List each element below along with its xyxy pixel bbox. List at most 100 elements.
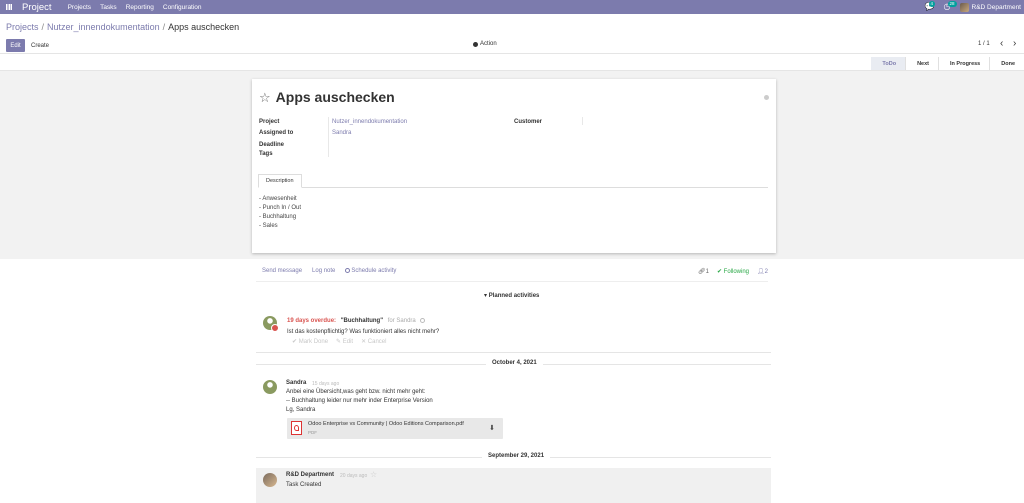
date-label: September 29, 2021 [482, 453, 551, 459]
following-button[interactable]: ✔ Following [717, 268, 749, 275]
download-icon[interactable]: ⬇ [489, 424, 495, 432]
star-icon[interactable]: ☆ [370, 471, 377, 479]
activity-header: 19 days overdue: "Buchhaltung" for Sandr… [287, 318, 426, 325]
breadcrumb-current: Apps auschecken [168, 22, 240, 32]
stage-statusbar: ToDo Next In Progress Done [871, 57, 1024, 70]
planned-activities-toggle[interactable]: ▾ Planned activities [484, 292, 539, 299]
description-line: - Sales [259, 223, 278, 229]
top-navbar: Project Projects Tasks Reporting Configu… [0, 0, 1024, 14]
edit-activity-button[interactable]: ✎ Edit [336, 338, 353, 345]
log-note-button[interactable]: Log note [312, 268, 335, 274]
edit-button[interactable]: Edit [6, 39, 25, 52]
breadcrumb-separator: / [41, 22, 45, 32]
project-label: Project [259, 119, 280, 125]
log-author: R&D Department [286, 472, 335, 478]
activity-user: for Sandra [387, 318, 416, 325]
log-text: Task Created [286, 482, 322, 488]
stage-next[interactable]: Next [905, 57, 938, 70]
user-icon: 👤︎ [757, 269, 765, 275]
form-statusbar-row: ToDo Next In Progress Done [0, 55, 1024, 71]
assigned-to-value[interactable]: Sandra [332, 130, 351, 136]
gear-icon [473, 41, 478, 47]
description-line: - Buchhaltung [259, 214, 297, 220]
menu-projects[interactable]: Projects [68, 4, 91, 11]
tags-label: Tags [259, 151, 273, 157]
message-line: -- Buchhaltung leider nur mehr inder Ent… [286, 398, 433, 404]
user-avatar [959, 2, 969, 12]
stage-in-progress[interactable]: In Progress [937, 57, 989, 70]
user-menu[interactable]: R&D Department [959, 2, 1022, 12]
schedule-activity-button[interactable]: Schedule activity [345, 268, 396, 274]
log-date: 20 days ago [340, 473, 368, 479]
field-separator [582, 117, 583, 125]
pdf-file-icon [291, 421, 302, 435]
check-icon: ✔ [716, 269, 722, 275]
user-name: R&D Department [971, 3, 1022, 11]
message-author: Sandra [286, 380, 307, 386]
cancel-activity-button[interactable]: ✕ Cancel [361, 338, 386, 345]
message-line: Anbei eine Übersicht,was geht bzw. nicht… [286, 389, 426, 395]
avatar [263, 473, 277, 487]
attachment-type: PDF [308, 430, 317, 435]
avatar [263, 380, 277, 394]
activity-type-icon [271, 324, 279, 332]
chevron-left-icon[interactable]: ‹ [1000, 39, 1003, 49]
activity-note: Ist das kostenpflichtig? Was funktionier… [287, 329, 440, 335]
control-panel: Projects / Nutzer_innendokumentation / Apps … [0, 14, 1024, 54]
menu-reporting[interactable]: Reporting [126, 4, 154, 11]
messages-badge: 4 [928, 1, 936, 7]
kanban-state-icon[interactable] [764, 95, 769, 100]
attachment-card[interactable]: Odoo Enterprise vs Community | Odoo Edit… [287, 418, 503, 439]
chatter-divider [256, 281, 768, 282]
breadcrumb-projects[interactable]: Projects [6, 22, 39, 32]
mark-done-button[interactable]: ✔ Mark Done [292, 338, 328, 345]
info-icon[interactable] [420, 318, 426, 323]
action-label: Action [480, 41, 497, 47]
paperclip-icon: 🔗︎ [698, 269, 706, 275]
tab-divider [258, 187, 768, 188]
message-line: Lg, Sandra [286, 407, 316, 413]
message-date: 15 days ago [312, 381, 340, 387]
action-dropdown[interactable]: Action [473, 41, 497, 47]
create-button[interactable]: Create [31, 39, 49, 52]
attachment-name: Odoo Enterprise vs Community | Odoo Edit… [308, 421, 464, 427]
project-value[interactable]: Nutzer_innendokumentation [332, 119, 407, 125]
menu-tasks[interactable]: Tasks [100, 4, 117, 11]
field-separator [328, 117, 329, 157]
star-icon[interactable]: ☆ [259, 91, 271, 104]
customer-label: Customer [514, 119, 543, 125]
attachments-button[interactable]: 🔗︎1 [698, 268, 709, 275]
overdue-label: 19 days overdue: [287, 318, 337, 325]
task-title: Apps auschecken [275, 89, 395, 105]
clock-icon [345, 268, 351, 273]
assigned-to-label: Assigned to [259, 130, 294, 136]
breadcrumb-project[interactable]: Nutzer_innendokumentation [47, 22, 160, 32]
apps-menu-icon[interactable] [2, 0, 16, 14]
deadline-label: Deadline [259, 142, 285, 148]
messaging-menu[interactable]: 💬 4 [925, 1, 936, 11]
send-message-button[interactable]: Send message [262, 268, 302, 274]
activity-summary: "Buchhaltung" [340, 318, 384, 325]
form-sheet: ☆ Apps auschecken Project Nutzer_innendo… [252, 79, 776, 253]
pager-value[interactable]: 1 / 1 [978, 41, 990, 47]
activity-actions: ✔ Mark Done ✎ Edit ✕ Cancel [292, 338, 386, 345]
activity-menu[interactable]: ◷ 28 [944, 1, 957, 11]
breadcrumb: Projects / Nutzer_innendokumentation / Apps … [6, 22, 239, 32]
followers-bar: 🔗︎1 ✔ Following 👤︎2 [698, 268, 768, 275]
description-line: - Punch In / Out [259, 205, 302, 211]
date-label: October 4, 2021 [486, 360, 543, 366]
activities-divider [256, 352, 771, 353]
title-row: ☆ Apps auschecken [259, 89, 395, 105]
chevron-right-icon[interactable]: › [1013, 39, 1016, 49]
description-line: - Anwesenheit [259, 196, 297, 202]
caret-down-icon: ▾ [484, 293, 488, 299]
app-brand[interactable]: Project [22, 2, 52, 13]
followers-button[interactable]: 👤︎2 [757, 268, 768, 275]
activities-badge: 28 [947, 1, 957, 7]
stage-todo[interactable]: ToDo [871, 57, 906, 70]
breadcrumb-separator: / [162, 22, 166, 32]
menu-configuration[interactable]: Configuration [163, 4, 202, 11]
stage-done[interactable]: Done [989, 57, 1024, 70]
chatter-topbar: Send message Log note Schedule activity [262, 268, 396, 274]
tab-description[interactable]: Description [258, 174, 302, 188]
